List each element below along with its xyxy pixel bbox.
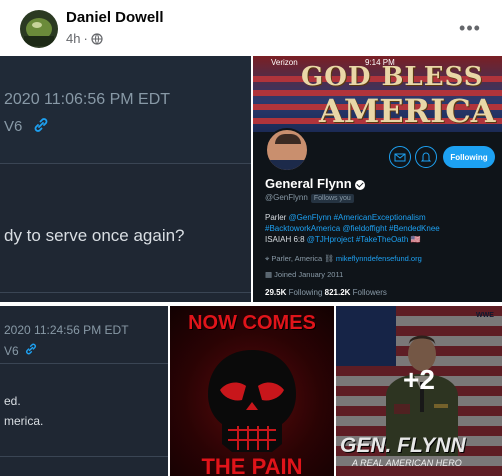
poster-subtitle: A REAL AMERICAN HERO — [352, 458, 462, 468]
followers-count: 821.2K — [324, 288, 351, 297]
facebook-post: Daniel Dowell 4h · ••• 2020 11:06:56 PM … — [0, 0, 502, 476]
phone-status-bar: Verizon 9:14 PM — [253, 56, 502, 70]
followers-label: Followers — [352, 288, 387, 297]
post-meta: 4h · — [66, 31, 103, 46]
following-label: Following — [288, 288, 323, 297]
verified-badge-icon — [354, 179, 365, 190]
following-count: 29.5K — [265, 288, 287, 297]
profile-joined: Joined January 2011 — [274, 270, 344, 279]
following-button: Following — [443, 146, 495, 168]
photo-tile-4[interactable]: NOW COMES THE PAIN — [170, 306, 334, 476]
meta-separator: · — [83, 31, 88, 46]
photo-tile-3[interactable]: 2020 11:24:56 PM EDT V6 ed. merica. — [0, 306, 168, 476]
profile-joined-row: ▦ Joined January 2011 — [265, 270, 343, 279]
tweet-v6: V6 — [4, 118, 23, 135]
follows-you-badge: Follows you — [310, 194, 354, 203]
meme-top-text: NOW COMES — [188, 312, 316, 334]
tweet-text-line-2: merica. — [4, 414, 44, 428]
globe-icon — [91, 32, 103, 45]
more-options-button[interactable]: ••• — [456, 14, 484, 42]
divider — [0, 456, 168, 457]
bio-line-2: #BacktoworkAmerica @fieldoffight #Bended… — [265, 224, 440, 233]
link-icon-small: ⛓ — [324, 254, 336, 263]
tweet-v6: V6 — [4, 344, 19, 358]
bio-isaiah-tags: @TJHproject #TakeTheOath 🇺🇸 — [306, 235, 421, 244]
photo-tile-5[interactable]: WWE +2 GEN. FLYNN A REAL AMERICAN HERO — [336, 306, 502, 476]
status-time: 9:14 PM — [365, 58, 395, 67]
profile-bio: Parler @GenFlynn #AmericanExceptionalism… — [265, 212, 497, 245]
punisher-skull-icon — [208, 350, 296, 452]
meme-bottom-text: THE PAIN — [201, 454, 303, 476]
more-photos-count: +2 — [403, 364, 435, 395]
tweet-timestamp: 2020 11:24:56 PM EDT — [4, 323, 129, 337]
bio-parler: Parler — [265, 213, 289, 222]
tweet-timestamp: 2020 11:06:56 PM EDT — [4, 91, 171, 108]
tweet-text-line-1: ed. — [4, 394, 21, 408]
post-time[interactable]: 4h — [66, 31, 80, 46]
link-icon — [26, 343, 36, 355]
photo-tile-1[interactable]: 2020 11:06:56 PM EDT V6 dy to serve once… — [0, 56, 251, 302]
profile-website: mikeflynndefensefund.org — [335, 254, 422, 263]
calendar-icon: ▦ — [265, 270, 275, 279]
profile-location: Parler, America — [271, 254, 323, 263]
tweet-header-area — [0, 56, 251, 164]
profile-photo — [265, 128, 309, 172]
bio-isaiah: ISAIAH 6:8 — [265, 235, 307, 244]
bio-parler-tags: @GenFlynn #AmericanExceptionalism — [288, 213, 426, 222]
author-avatar[interactable] — [20, 10, 58, 48]
mail-icon — [389, 146, 411, 168]
follow-counts: 29.5K Following 821.2K Followers — [265, 288, 387, 297]
divider — [0, 292, 251, 293]
photo-grid: 2020 11:06:56 PM EDT V6 dy to serve once… — [0, 56, 502, 476]
profile-handle-row: @GenFlynn Follows you — [265, 193, 354, 203]
author-name[interactable]: Daniel Dowell — [66, 9, 164, 26]
poster-title: GEN. FLYNN — [340, 434, 466, 457]
profile-name: General Flynn — [265, 176, 365, 191]
profile-handle: @GenFlynn — [265, 193, 308, 202]
profile-name-text: General Flynn — [265, 176, 352, 191]
tweet-question: dy to serve once again? — [4, 226, 185, 245]
banner-text-2: AMERICA — [319, 92, 496, 130]
profile-location-row: ⌖ Parler, America ⛓ mikeflynndefensefund… — [265, 254, 422, 264]
carrier-label: Verizon — [271, 58, 298, 67]
link-icon — [34, 118, 48, 132]
post-header: Daniel Dowell 4h · ••• — [0, 0, 502, 56]
photo-tile-2[interactable]: GOD BLESS AMERICA Verizon 9:14 PM Follow… — [253, 56, 502, 302]
bell-icon — [415, 146, 437, 168]
